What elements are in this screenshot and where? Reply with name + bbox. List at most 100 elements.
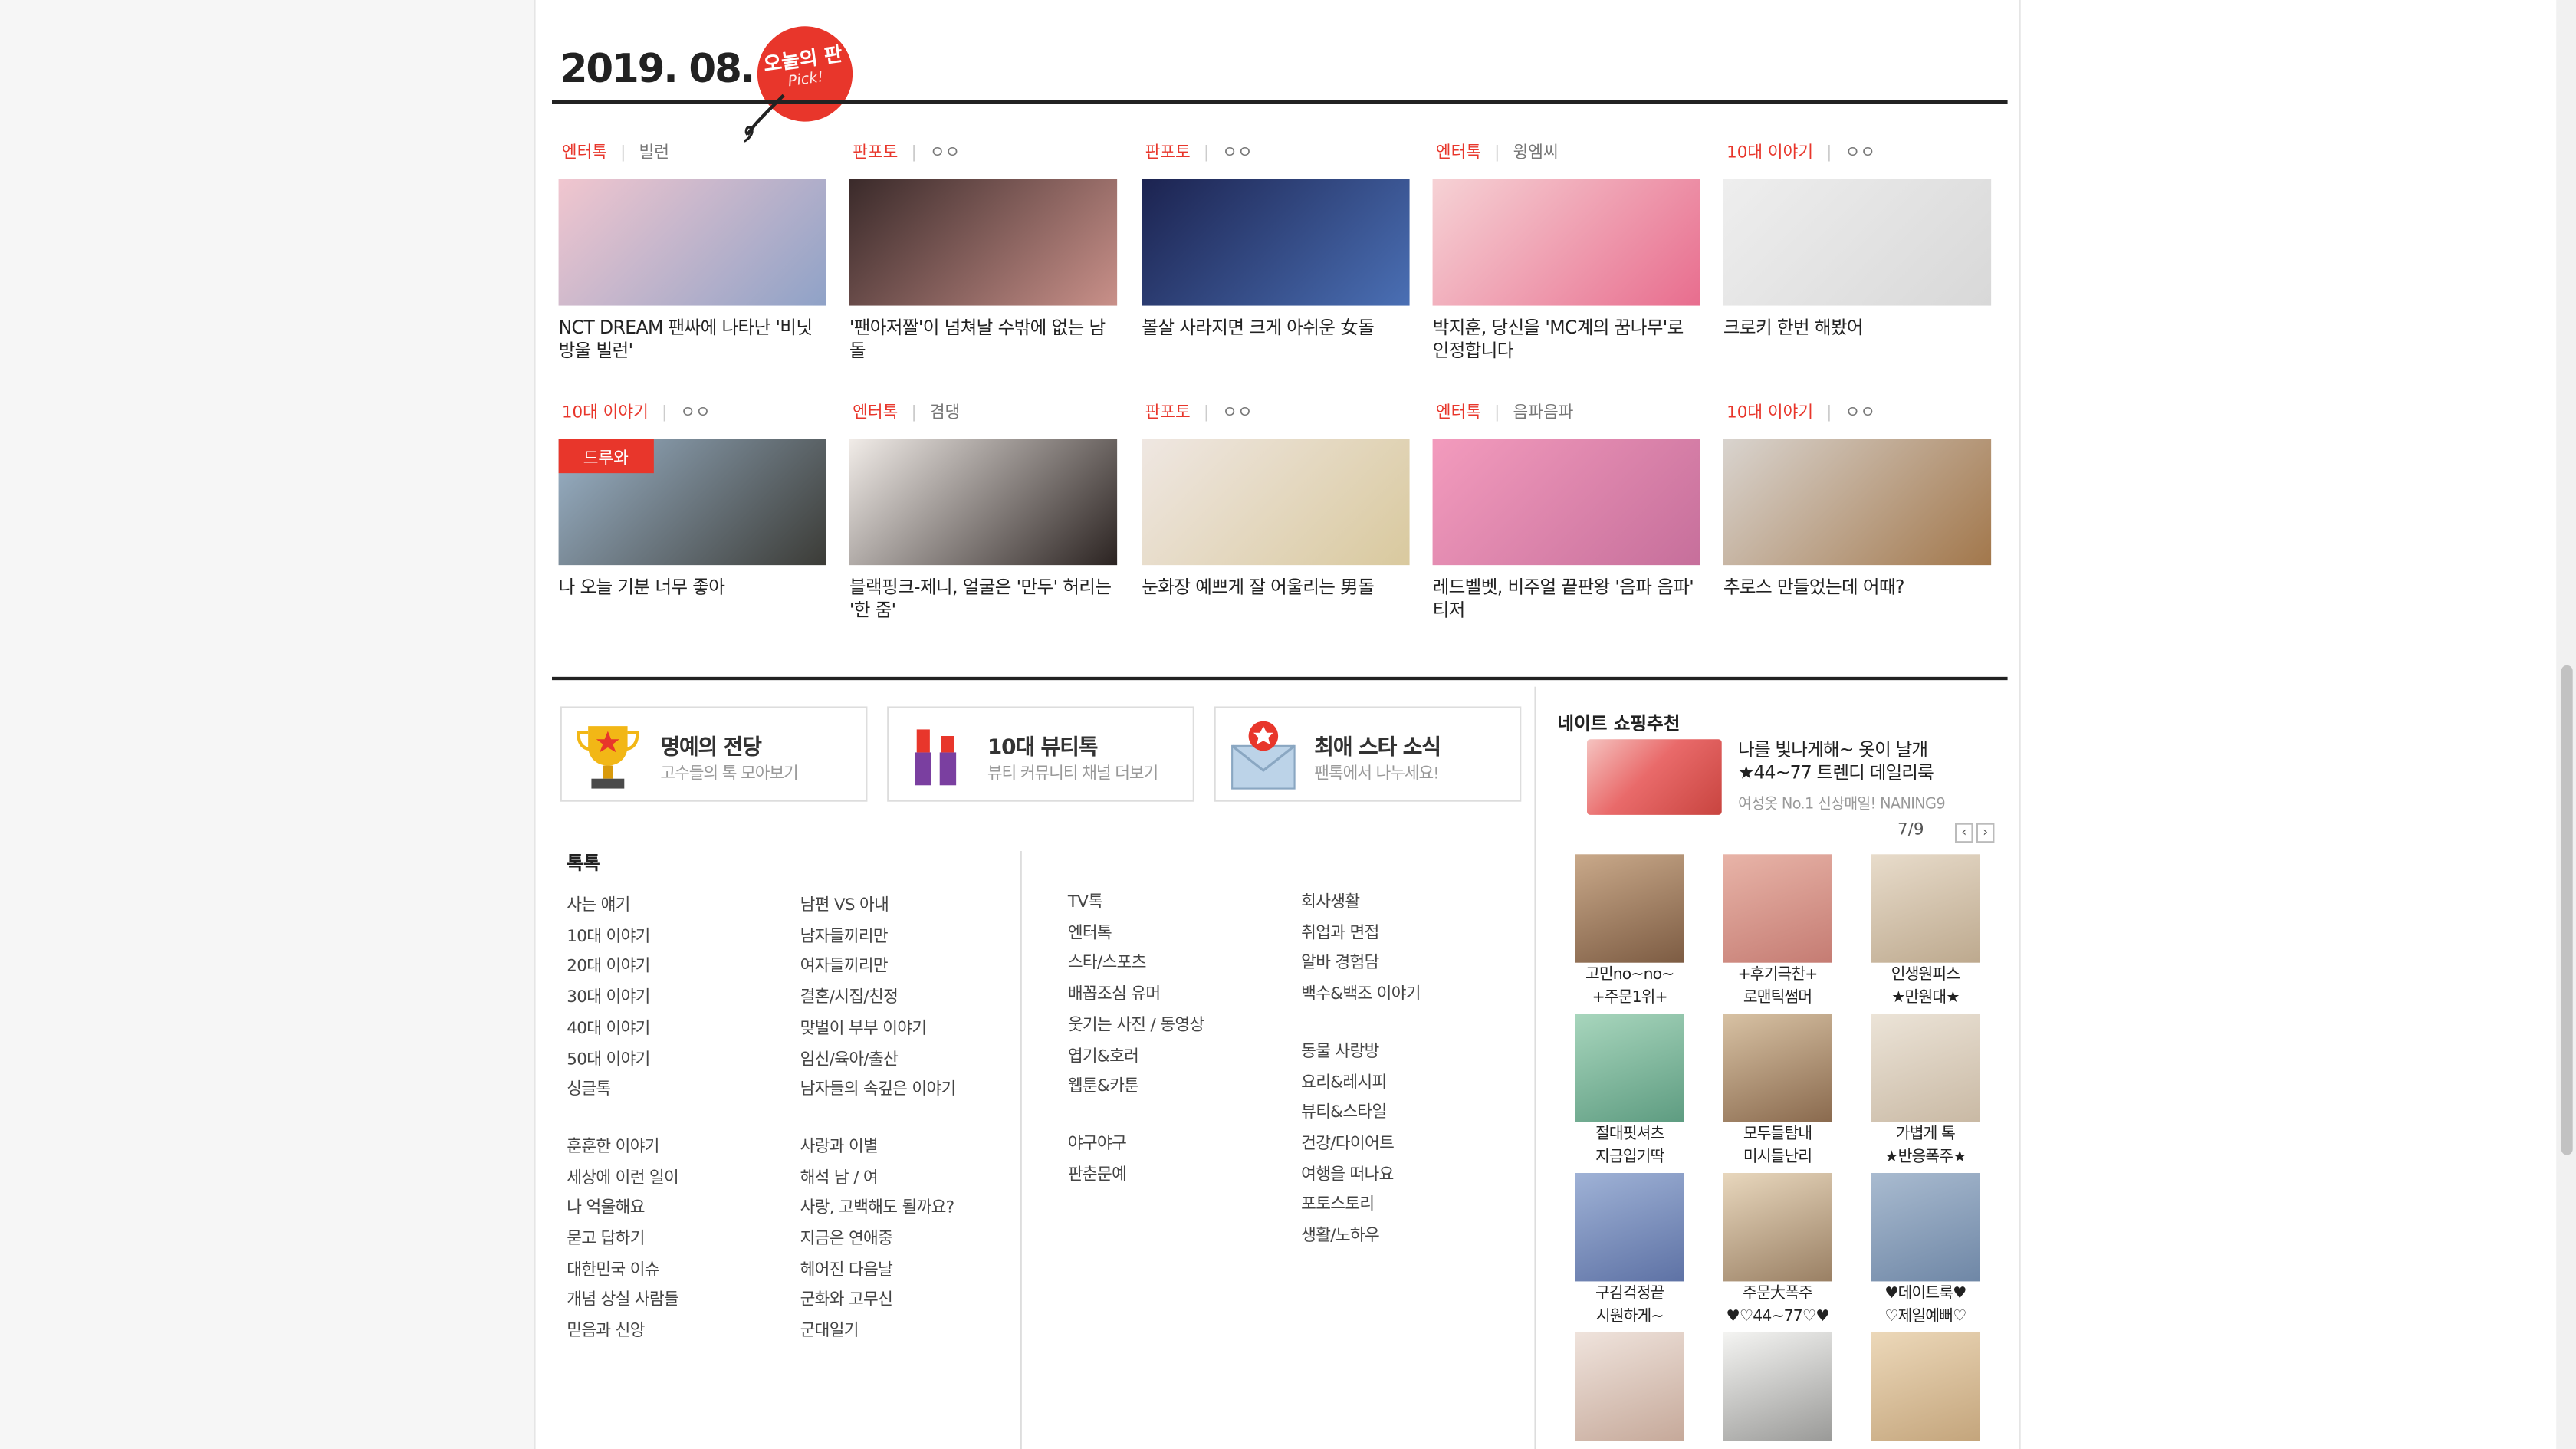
product-name-line-1[interactable]: 모두들탐내 [1704, 1125, 1852, 1145]
product-image[interactable] [1723, 1014, 1832, 1122]
product-image[interactable] [1871, 1173, 1980, 1282]
talk-category-link[interactable]: 지금은 연애중 [800, 1226, 956, 1257]
talk-category-link[interactable]: 개념 상실 사람들 [567, 1287, 678, 1318]
product-name-line-2[interactable]: 미시들난리 [1704, 1148, 1852, 1168]
article-thumbnail[interactable]: 드루와 [558, 439, 826, 566]
hall-of-fame-banner[interactable]: 명예의 전당 고수들의 톡 모아보기 [560, 706, 868, 802]
talk-category-link[interactable]: 웹툰&카툰 [1068, 1073, 1204, 1104]
article-thumbnail[interactable] [1142, 439, 1410, 566]
article-title[interactable]: '팬아저짤'이 넘쳐날 수밖에 없는 남돌 [849, 317, 1117, 363]
product-name-line-1[interactable]: 절대핏셔츠 [1556, 1125, 1704, 1145]
product-name-line-2[interactable]: 지금입기딱 [1556, 1148, 1704, 1168]
talk-category-link[interactable]: 스타/스포츠 [1068, 950, 1204, 981]
scrollbar-thumb[interactable] [2561, 665, 2573, 1155]
talk-category-link[interactable]: 묻고 답하기 [567, 1226, 678, 1257]
product-item[interactable]: 가볍게 톡 ★반응폭주★ [1852, 1014, 1999, 1168]
article-category[interactable]: 판포토 [849, 145, 898, 163]
star-news-banner[interactable]: 최애 스타 소식 팬톡에서 나누세요! [1214, 706, 1522, 802]
talk-category-link[interactable]: 30대 이야기 [567, 984, 678, 1015]
talk-category-link[interactable]: 20대 이야기 [567, 954, 678, 984]
product-image[interactable] [1723, 1332, 1832, 1441]
product-image[interactable] [1723, 854, 1832, 963]
talk-category-link[interactable]: 40대 이야기 [567, 1015, 678, 1046]
talk-category-link[interactable]: 판춘문예 [1068, 1161, 1204, 1191]
article-category[interactable]: 10대 이야기 [1723, 404, 1813, 422]
product-name-line-1[interactable]: ♥데이트룩♥ [1852, 1285, 1999, 1305]
product-name-line-1[interactable]: 인생원피스 [1852, 966, 1999, 986]
article-card[interactable]: 판포토 | ㅇㅇ 눈화장 예쁘게 잘 어울리는 男돌 [1142, 401, 1410, 600]
article-category[interactable]: 엔터톡 [849, 404, 898, 422]
product-name-line-1[interactable]: 가볍게 톡 [1852, 1125, 1999, 1145]
article-category[interactable]: 엔터톡 [559, 145, 607, 163]
product-name-line-2[interactable]: 로맨틱썸머 [1704, 989, 1852, 1009]
next-button[interactable]: › [1976, 823, 1995, 843]
article-thumbnail[interactable] [1142, 179, 1410, 306]
product-image[interactable] [1871, 1014, 1980, 1122]
article-title[interactable]: 블랙핑크-제니, 얼굴은 '만두' 허리는 '한 줌' [849, 577, 1117, 623]
talk-category-link[interactable]: 사랑, 고백해도 될까요? [800, 1195, 956, 1226]
article-category[interactable]: 엔터톡 [1433, 404, 1481, 422]
product-image[interactable] [1576, 1332, 1684, 1441]
article-thumbnail[interactable] [1723, 179, 1992, 306]
article-card[interactable]: 엔터톡 | 겸댕 블랙핑크-제니, 얼굴은 '만두' 허리는 '한 줌' [849, 401, 1118, 623]
talk-category-link[interactable]: 해석 남 / 여 [800, 1164, 956, 1194]
article-card[interactable]: 10대 이야기 | ㅇㅇ 크로키 한번 해봤어 [1723, 141, 1992, 340]
product-image[interactable] [1576, 1014, 1684, 1122]
talk-category-link[interactable]: 맞벌이 부부 이야기 [800, 1015, 956, 1046]
article-thumbnail[interactable] [558, 179, 826, 306]
product-image[interactable] [1871, 854, 1980, 963]
talk-category-link[interactable]: 건강/다이어트 [1301, 1130, 1421, 1161]
product-image[interactable] [1576, 1173, 1684, 1282]
product-image[interactable] [1576, 854, 1684, 963]
teen-beauty-banner[interactable]: 10대 뷰티톡 뷰티 커뮤니티 채널 더보기 [887, 706, 1194, 802]
talk-category-link[interactable]: 요리&레시피 [1301, 1069, 1421, 1099]
article-category[interactable]: 엔터톡 [1433, 145, 1481, 163]
talk-category-link[interactable]: TV톡 [1068, 889, 1204, 919]
article-title[interactable]: NCT DREAM 팬싸에 나타난 '비닛 방울 빌런' [559, 317, 826, 363]
article-category[interactable]: 10대 이야기 [1723, 145, 1813, 163]
product-item[interactable]: 구김걱정끝 시원하게~ [1556, 1173, 1704, 1327]
talk-category-link[interactable]: 결혼/시집/친정 [800, 984, 956, 1015]
article-card[interactable]: 10대 이야기 | ㅇㅇ 드루와 나 오늘 기분 너무 좋아 [558, 401, 826, 600]
product-item[interactable]: 인생원피스 ★만원대★ [1852, 854, 1999, 1008]
product-item[interactable] [1704, 1332, 1852, 1444]
talk-category-link[interactable]: 믿음과 신앙 [567, 1318, 678, 1349]
article-card[interactable]: 엔터톡 | 윙엠씨 박지훈, 당신을 'MC계의 꿈나무'로 인정합니다 [1432, 141, 1700, 363]
talk-category-link[interactable]: 배꼽조심 유머 [1068, 981, 1204, 1012]
article-thumbnail[interactable] [849, 439, 1118, 566]
product-name-line-1[interactable]: 고민no~no~ [1556, 966, 1704, 986]
talk-category-link[interactable]: 헤어진 다음날 [800, 1257, 956, 1287]
article-category[interactable]: 판포토 [1142, 145, 1191, 163]
talk-category-link[interactable]: 사는 얘기 [567, 892, 678, 923]
prev-button[interactable]: ‹ [1955, 823, 1973, 843]
talk-category-link[interactable]: 웃기는 사진 / 동영상 [1068, 1012, 1204, 1043]
talk-category-link[interactable]: 동물 사랑방 [1301, 1038, 1421, 1069]
talk-category-link[interactable]: 나 억울해요 [567, 1195, 678, 1226]
talk-category-link[interactable]: 야구야구 [1068, 1130, 1204, 1161]
article-title[interactable]: 레드벨벳, 비주얼 끝판왕 '음파 음파' 티저 [1433, 577, 1700, 623]
talk-category-link[interactable]: 50대 이야기 [567, 1046, 678, 1076]
product-item[interactable]: ♥데이트룩♥ ♡제일예뻐♡ [1852, 1173, 1999, 1327]
product-item[interactable]: 모두들탐내미시들난리 [1704, 1014, 1852, 1168]
talk-category-link[interactable]: 대한민국 이슈 [567, 1257, 678, 1287]
article-card[interactable]: 판포토 | ㅇㅇ 볼살 사라지면 크게 아쉬운 女돌 [1142, 141, 1410, 340]
article-thumbnail[interactable] [1432, 439, 1700, 566]
talk-category-link[interactable]: 남자들끼리만 [800, 923, 956, 954]
product-item[interactable]: 절대핏셔츠지금입기딱 [1556, 1014, 1704, 1168]
talk-category-link[interactable]: 알바 경험담 [1301, 950, 1421, 981]
product-image[interactable] [1871, 1332, 1980, 1441]
article-card[interactable]: 엔터톡 | 음파음파 레드벨벳, 비주얼 끝판왕 '음파 음파' 티저 [1432, 401, 1700, 623]
article-category[interactable]: 판포토 [1142, 404, 1191, 422]
article-title[interactable]: 크로키 한번 해봤어 [1723, 317, 1991, 340]
talk-category-link[interactable]: 사랑과 이별 [800, 1133, 956, 1164]
talk-category-link[interactable]: 취업과 면접 [1301, 919, 1421, 950]
article-card[interactable]: 판포토 | ㅇㅇ '팬아저짤'이 넘쳐날 수밖에 없는 남돌 [849, 141, 1118, 363]
talk-category-link[interactable]: 여자들끼리만 [800, 954, 956, 984]
talk-category-link[interactable]: 임신/육아/출산 [800, 1046, 956, 1076]
talk-category-link[interactable]: 회사생활 [1301, 889, 1421, 919]
article-thumbnail[interactable] [1723, 439, 1992, 566]
talk-category-link[interactable]: 엽기&호러 [1068, 1043, 1204, 1073]
article-card[interactable]: 엔터톡 | 빌런 NCT DREAM 팬싸에 나타난 '비닛 방울 빌런' [558, 141, 826, 363]
talk-category-link[interactable]: 포토스토리 [1301, 1191, 1421, 1222]
talk-category-link[interactable]: 남편 VS 아내 [800, 892, 956, 923]
